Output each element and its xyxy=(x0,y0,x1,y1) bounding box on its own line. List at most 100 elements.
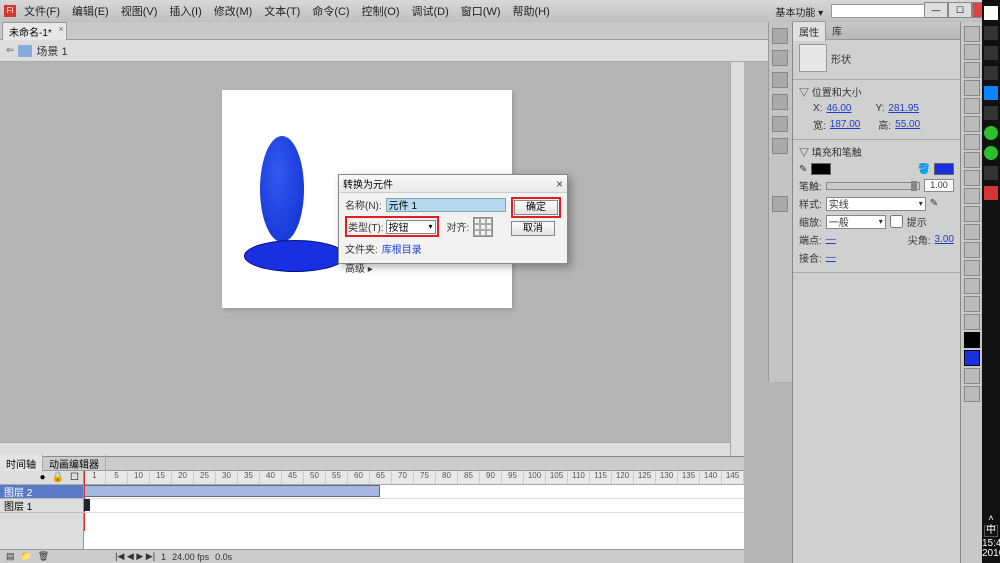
stage-v-scrollbar[interactable] xyxy=(730,62,744,456)
menu-edit[interactable]: 编辑(E) xyxy=(68,1,113,21)
layer-row-2[interactable]: 图层 2 xyxy=(0,485,83,499)
tab-motion-editor[interactable]: 动画编辑器 xyxy=(43,455,106,472)
advanced-toggle[interactable]: 高级 ▸ xyxy=(345,260,373,275)
join-value[interactable]: — xyxy=(826,252,836,263)
win-taskview-icon[interactable] xyxy=(984,46,998,60)
lasso-tool-icon[interactable] xyxy=(964,80,980,96)
bucket-tool-icon[interactable] xyxy=(964,242,980,258)
menu-commands[interactable]: 命令(C) xyxy=(308,1,353,21)
tab-properties[interactable]: 属性 xyxy=(793,21,826,41)
stroke-weight-slider[interactable] xyxy=(826,182,920,190)
menu-file[interactable]: 文件(F) xyxy=(20,1,64,21)
menu-modify[interactable]: 修改(M) xyxy=(210,1,257,21)
dock-codesnip-icon[interactable] xyxy=(772,94,788,110)
registration-grid[interactable] xyxy=(473,217,493,237)
win-start-icon[interactable] xyxy=(984,6,998,20)
eraser-tool-icon[interactable] xyxy=(964,278,980,294)
lock-icon[interactable]: 🔒 xyxy=(52,472,64,483)
tab-timeline[interactable]: 时间轴 xyxy=(0,455,43,472)
dialog-close-icon[interactable]: × xyxy=(556,177,563,191)
window-min-button[interactable]: — xyxy=(924,2,948,18)
eyedropper-tool-icon[interactable] xyxy=(964,260,980,276)
hinting-checkbox[interactable] xyxy=(890,215,903,228)
dock-library-icon[interactable] xyxy=(772,196,788,212)
new-layer-icon[interactable]: ▤ xyxy=(6,551,15,562)
back-icon[interactable]: ⇐ xyxy=(6,45,14,56)
h-value[interactable]: 55.00 xyxy=(895,119,920,130)
win-explorer-icon[interactable] xyxy=(984,66,998,80)
menu-debug[interactable]: 调试(D) xyxy=(408,1,453,21)
delete-layer-icon[interactable]: 🗑 xyxy=(38,551,49,562)
line-tool-icon[interactable] xyxy=(964,134,980,150)
layer-row-1[interactable]: 图层 1 xyxy=(0,499,83,513)
visibility-icon[interactable]: ● xyxy=(40,472,46,483)
hand-tool-icon[interactable] xyxy=(964,296,980,312)
edit-style-icon[interactable]: ✎ xyxy=(930,198,938,209)
keyframe[interactable] xyxy=(84,499,90,511)
menu-insert[interactable]: 插入(I) xyxy=(165,1,205,21)
snap-icon[interactable] xyxy=(964,386,980,402)
text-tool-icon[interactable] xyxy=(964,116,980,132)
stroke-weight-value[interactable]: 1.00 xyxy=(924,179,954,192)
stage-h-scrollbar[interactable] xyxy=(0,442,744,456)
system-clock[interactable]: ˄ 中 15:46 2016/7/21 xyxy=(982,133,1000,559)
shape-ellipse-vertical[interactable] xyxy=(260,136,304,242)
cancel-button[interactable]: 取消 xyxy=(511,221,555,236)
window-max-button[interactable]: ☐ xyxy=(948,2,972,18)
symbol-name-input[interactable] xyxy=(386,198,506,212)
win-search-icon[interactable] xyxy=(984,26,998,40)
dock-align-icon[interactable] xyxy=(772,28,788,44)
subselect-tool-icon[interactable] xyxy=(964,44,980,60)
fill-color-swatch[interactable] xyxy=(934,163,954,175)
shape-ellipse-shadow[interactable] xyxy=(244,240,346,272)
rect-tool-icon[interactable] xyxy=(964,152,980,168)
tray-icons[interactable]: ˄ xyxy=(982,513,1000,523)
section-fill-stroke[interactable]: ▽ 填充和笔触 xyxy=(799,144,954,159)
new-folder-icon[interactable]: 📁 xyxy=(21,551,32,562)
ok-button[interactable]: 确定 xyxy=(514,200,558,215)
tools-panel xyxy=(960,22,982,563)
dock-swatches-icon[interactable] xyxy=(772,138,788,154)
menu-control[interactable]: 控制(O) xyxy=(358,1,404,21)
swap-colors-icon[interactable] xyxy=(964,368,980,384)
pen-tool-icon[interactable] xyxy=(964,98,980,114)
folder-link[interactable]: 库根目录 xyxy=(382,241,422,256)
zoom-tool-icon[interactable] xyxy=(964,314,980,330)
brush-tool-icon[interactable] xyxy=(964,188,980,204)
menu-window[interactable]: 窗口(W) xyxy=(457,1,505,21)
dialog-titlebar[interactable]: 转换为元件 × xyxy=(339,175,567,193)
w-value[interactable]: 187.00 xyxy=(830,119,861,130)
scale-select[interactable]: 一般 xyxy=(826,215,886,229)
close-tab-icon[interactable]: × xyxy=(59,24,64,34)
bone-tool-icon[interactable] xyxy=(964,224,980,240)
fill-swatch[interactable] xyxy=(964,350,980,366)
deco-tool-icon[interactable] xyxy=(964,206,980,222)
free-transform-tool-icon[interactable] xyxy=(964,62,980,78)
x-value[interactable]: 46.00 xyxy=(826,103,851,114)
tab-library[interactable]: 库 xyxy=(826,21,848,40)
workspace-switcher[interactable]: 基本功能 ▾ xyxy=(771,2,827,21)
menu-view[interactable]: 视图(V) xyxy=(117,1,162,21)
dock-color-icon[interactable] xyxy=(772,116,788,132)
stroke-swatch[interactable] xyxy=(964,332,980,348)
frame-ruler[interactable]: 1510152025303540455055606570758085909510… xyxy=(84,471,744,485)
document-tab[interactable]: 未命名-1* × xyxy=(2,22,67,40)
stroke-color-swatch[interactable] xyxy=(811,163,831,175)
y-value[interactable]: 281.95 xyxy=(888,103,919,114)
stroke-style-select[interactable]: 实线 xyxy=(826,197,926,211)
miter-value[interactable]: 3.00 xyxy=(935,234,954,245)
menu-help[interactable]: 帮助(H) xyxy=(509,1,554,21)
dock-info-icon[interactable] xyxy=(772,50,788,66)
tween-span[interactable] xyxy=(84,485,380,497)
win-edge-icon[interactable] xyxy=(984,86,998,100)
outline-icon[interactable]: ☐ xyxy=(70,472,79,483)
dock-transform-icon[interactable] xyxy=(772,72,788,88)
selection-tool-icon[interactable] xyxy=(964,26,980,42)
symbol-type-select[interactable]: 按钮 xyxy=(386,220,436,234)
win-store-icon[interactable] xyxy=(984,106,998,120)
cap-value[interactable]: — xyxy=(826,234,836,245)
section-position-size[interactable]: ▽ 位置和大小 xyxy=(799,84,954,99)
menu-text[interactable]: 文本(T) xyxy=(260,1,304,21)
pencil-tool-icon[interactable] xyxy=(964,170,980,186)
frames-area[interactable] xyxy=(84,485,744,549)
